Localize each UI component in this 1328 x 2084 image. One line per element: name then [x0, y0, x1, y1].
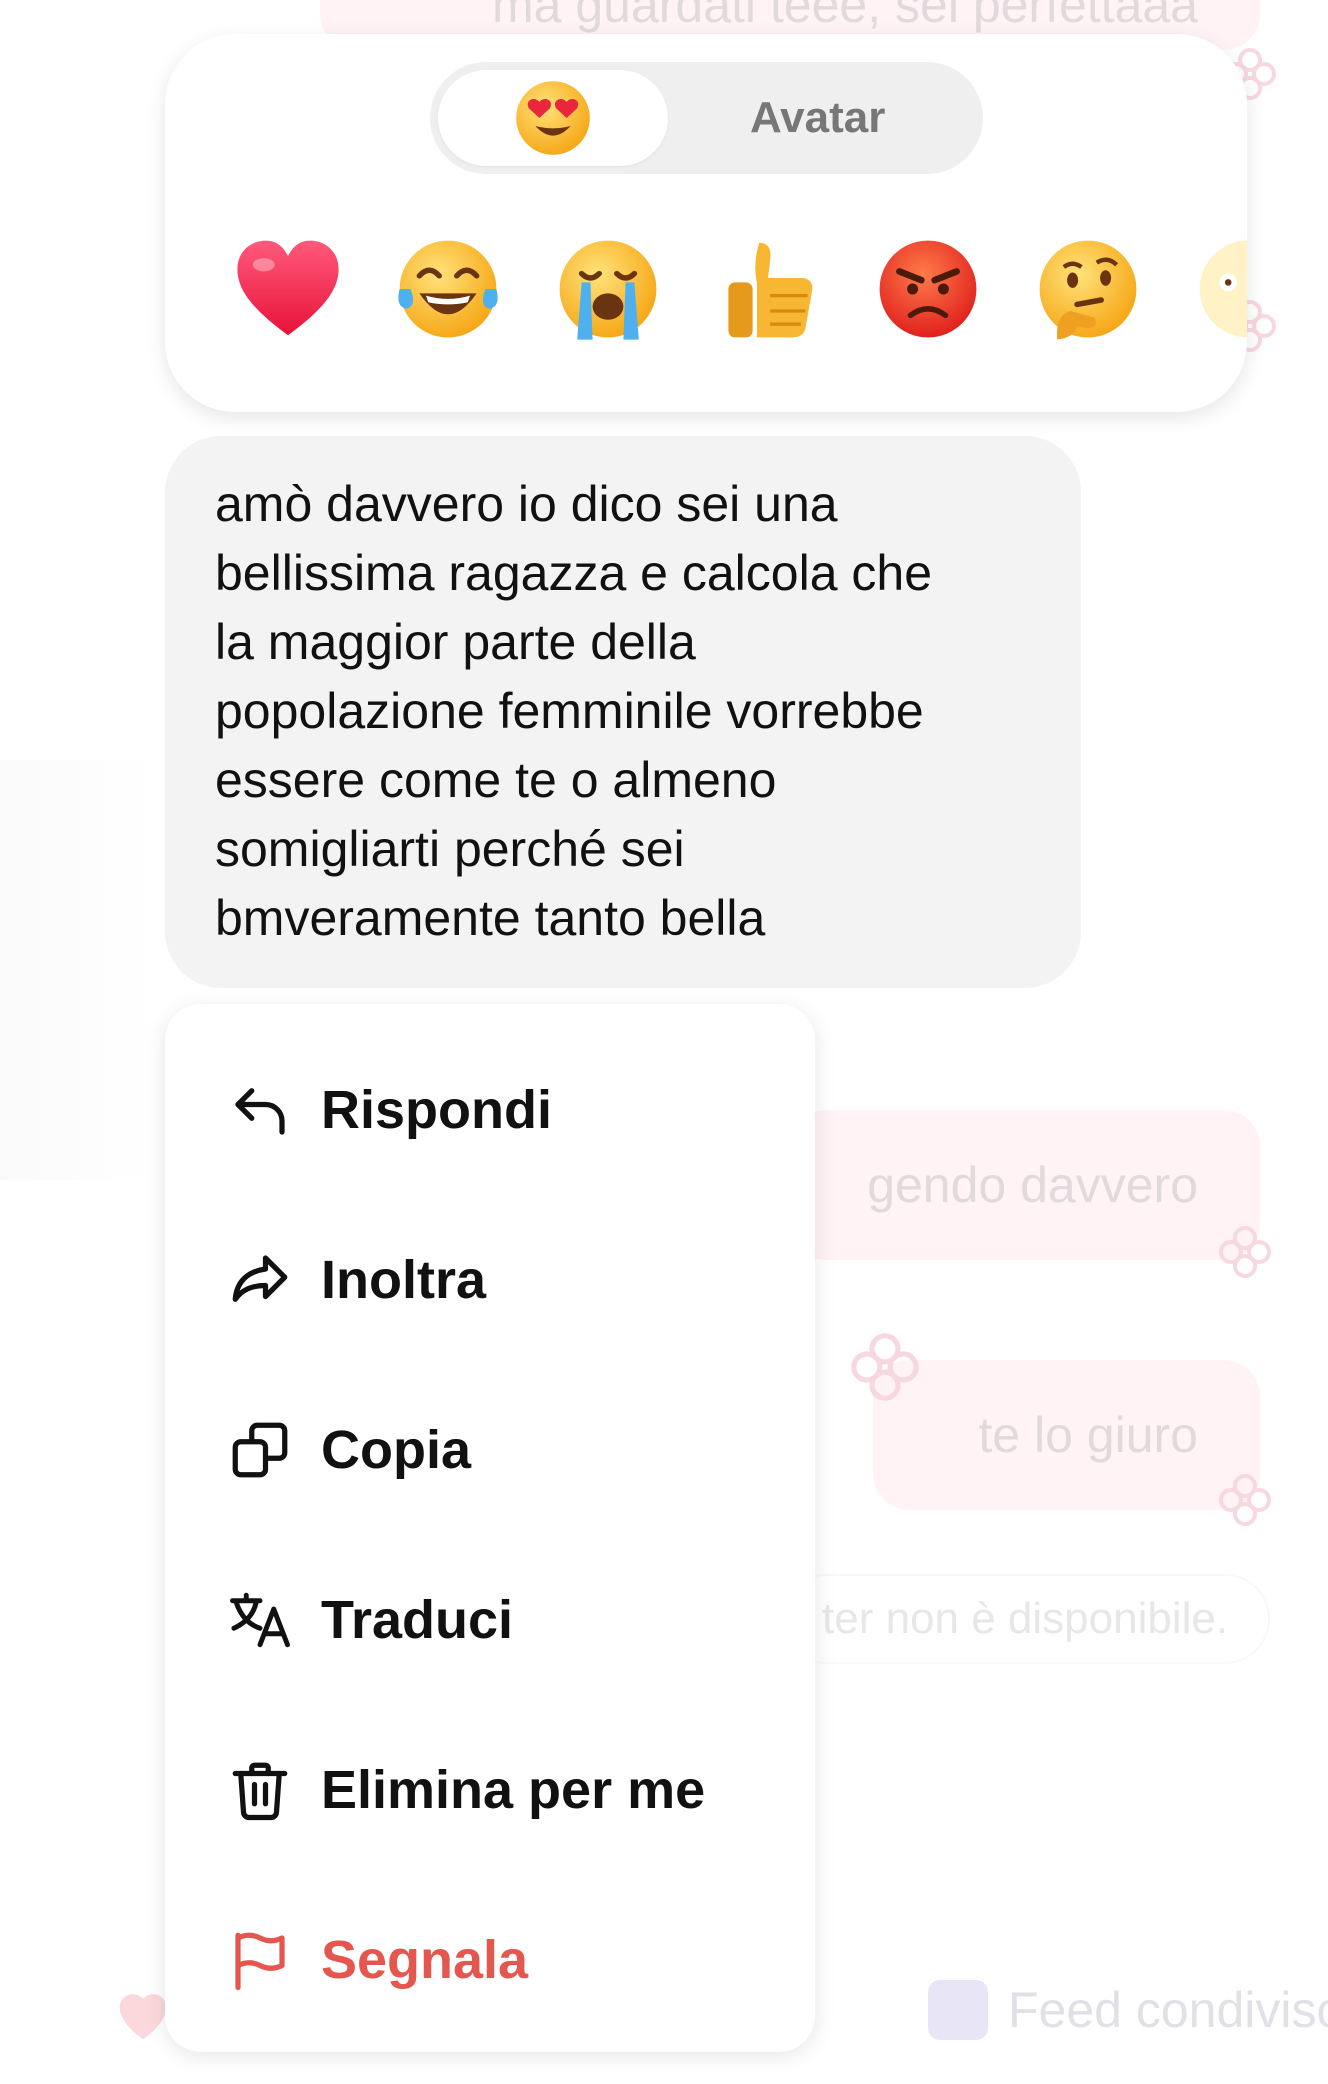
- message-text-line: la maggior parte della: [215, 614, 696, 670]
- message-text-line: somigliarti perché sei: [215, 821, 685, 877]
- menu-item-label: Traduci: [321, 1590, 514, 1650]
- bg-message-pink-1: gendo davvero: [790, 1110, 1260, 1260]
- menu-item-forward[interactable]: Inoltra: [227, 1230, 486, 1330]
- menu-item-label: Elimina per me: [321, 1760, 706, 1820]
- translate-icon: [230, 1592, 290, 1648]
- flower-decoration-icon: [851, 1333, 919, 1401]
- flower-decoration-icon: [1219, 1474, 1271, 1526]
- flower-decoration-icon: [1219, 1226, 1271, 1278]
- message-text-line: essere come te o almeno: [215, 752, 777, 808]
- menu-item-translate[interactable]: Traduci: [227, 1570, 513, 1670]
- shared-feed-icon: [928, 1980, 988, 2040]
- bg-system-note: ter non è disponibile.: [780, 1574, 1271, 1664]
- bg-message-pink-2-text: te lo giuro: [978, 1407, 1198, 1463]
- menu-item-report[interactable]: Segnala: [227, 1910, 528, 2010]
- copy-icon: [232, 1422, 288, 1478]
- message-text-line: popolazione femminile vorrebbe: [215, 683, 924, 739]
- menu-item-delete-for-me[interactable]: Elimina per me: [227, 1740, 705, 1840]
- tears-of-joy-reaction-icon[interactable]: [393, 234, 503, 344]
- trash-icon: [232, 1762, 288, 1821]
- message-text-line: amò davvero io dico sei una: [215, 476, 838, 532]
- menu-item-reply[interactable]: Rispondi: [227, 1060, 552, 1160]
- tab-emoji[interactable]: [438, 70, 668, 166]
- reaction-tabs: Avatar: [430, 62, 983, 174]
- loudly-crying-reaction-icon[interactable]: [553, 234, 663, 344]
- bg-message-pink-1-text: gendo davvero: [867, 1157, 1198, 1213]
- message-context-menu: Rispondi Inoltra Copia Traduci Elimina p…: [165, 1004, 815, 2052]
- bg-message-top-text: ma guardati teee, sei perfettaaa: [491, 0, 1198, 33]
- reply-arrow-icon: [235, 1088, 285, 1135]
- thumbs-up-reaction-icon[interactable]: [713, 234, 823, 344]
- partial-emoji-reaction-icon[interactable]: [1193, 234, 1247, 344]
- menu-item-label: Segnala: [321, 1930, 529, 1990]
- background-avatar-strip: [0, 760, 160, 1180]
- tab-avatar[interactable]: Avatar: [750, 62, 885, 174]
- bg-system-note-text: ter non è disponibile.: [822, 1594, 1229, 1643]
- menu-item-label: Inoltra: [321, 1250, 487, 1310]
- selected-message-bubble: amò davvero io dico sei una bellissima r…: [165, 436, 1081, 988]
- red-heart-reaction-icon[interactable]: [233, 234, 343, 344]
- bg-message-pink-2: te lo giuro: [873, 1360, 1260, 1510]
- forward-arrow-icon: [232, 1255, 288, 1302]
- menu-item-copy[interactable]: Copia: [227, 1400, 471, 1500]
- reaction-picker: Avatar: [165, 34, 1247, 412]
- menu-item-label: Rispondi: [321, 1080, 552, 1140]
- bg-shared-feed-label: Feed condiviso: [1008, 1982, 1328, 2038]
- heart-eyes-emoji-icon: [516, 81, 590, 155]
- message-text-line: bmveramente tanto bella: [215, 890, 766, 946]
- thinking-face-reaction-icon[interactable]: [1033, 234, 1143, 344]
- message-text-line: bellissima ragazza e calcola che: [215, 545, 933, 601]
- bg-shared-feed: Feed condiviso: [928, 1980, 1328, 2040]
- angry-face-reaction-icon[interactable]: [873, 234, 983, 344]
- menu-item-label: Copia: [321, 1420, 472, 1480]
- flag-icon: [235, 1932, 285, 1991]
